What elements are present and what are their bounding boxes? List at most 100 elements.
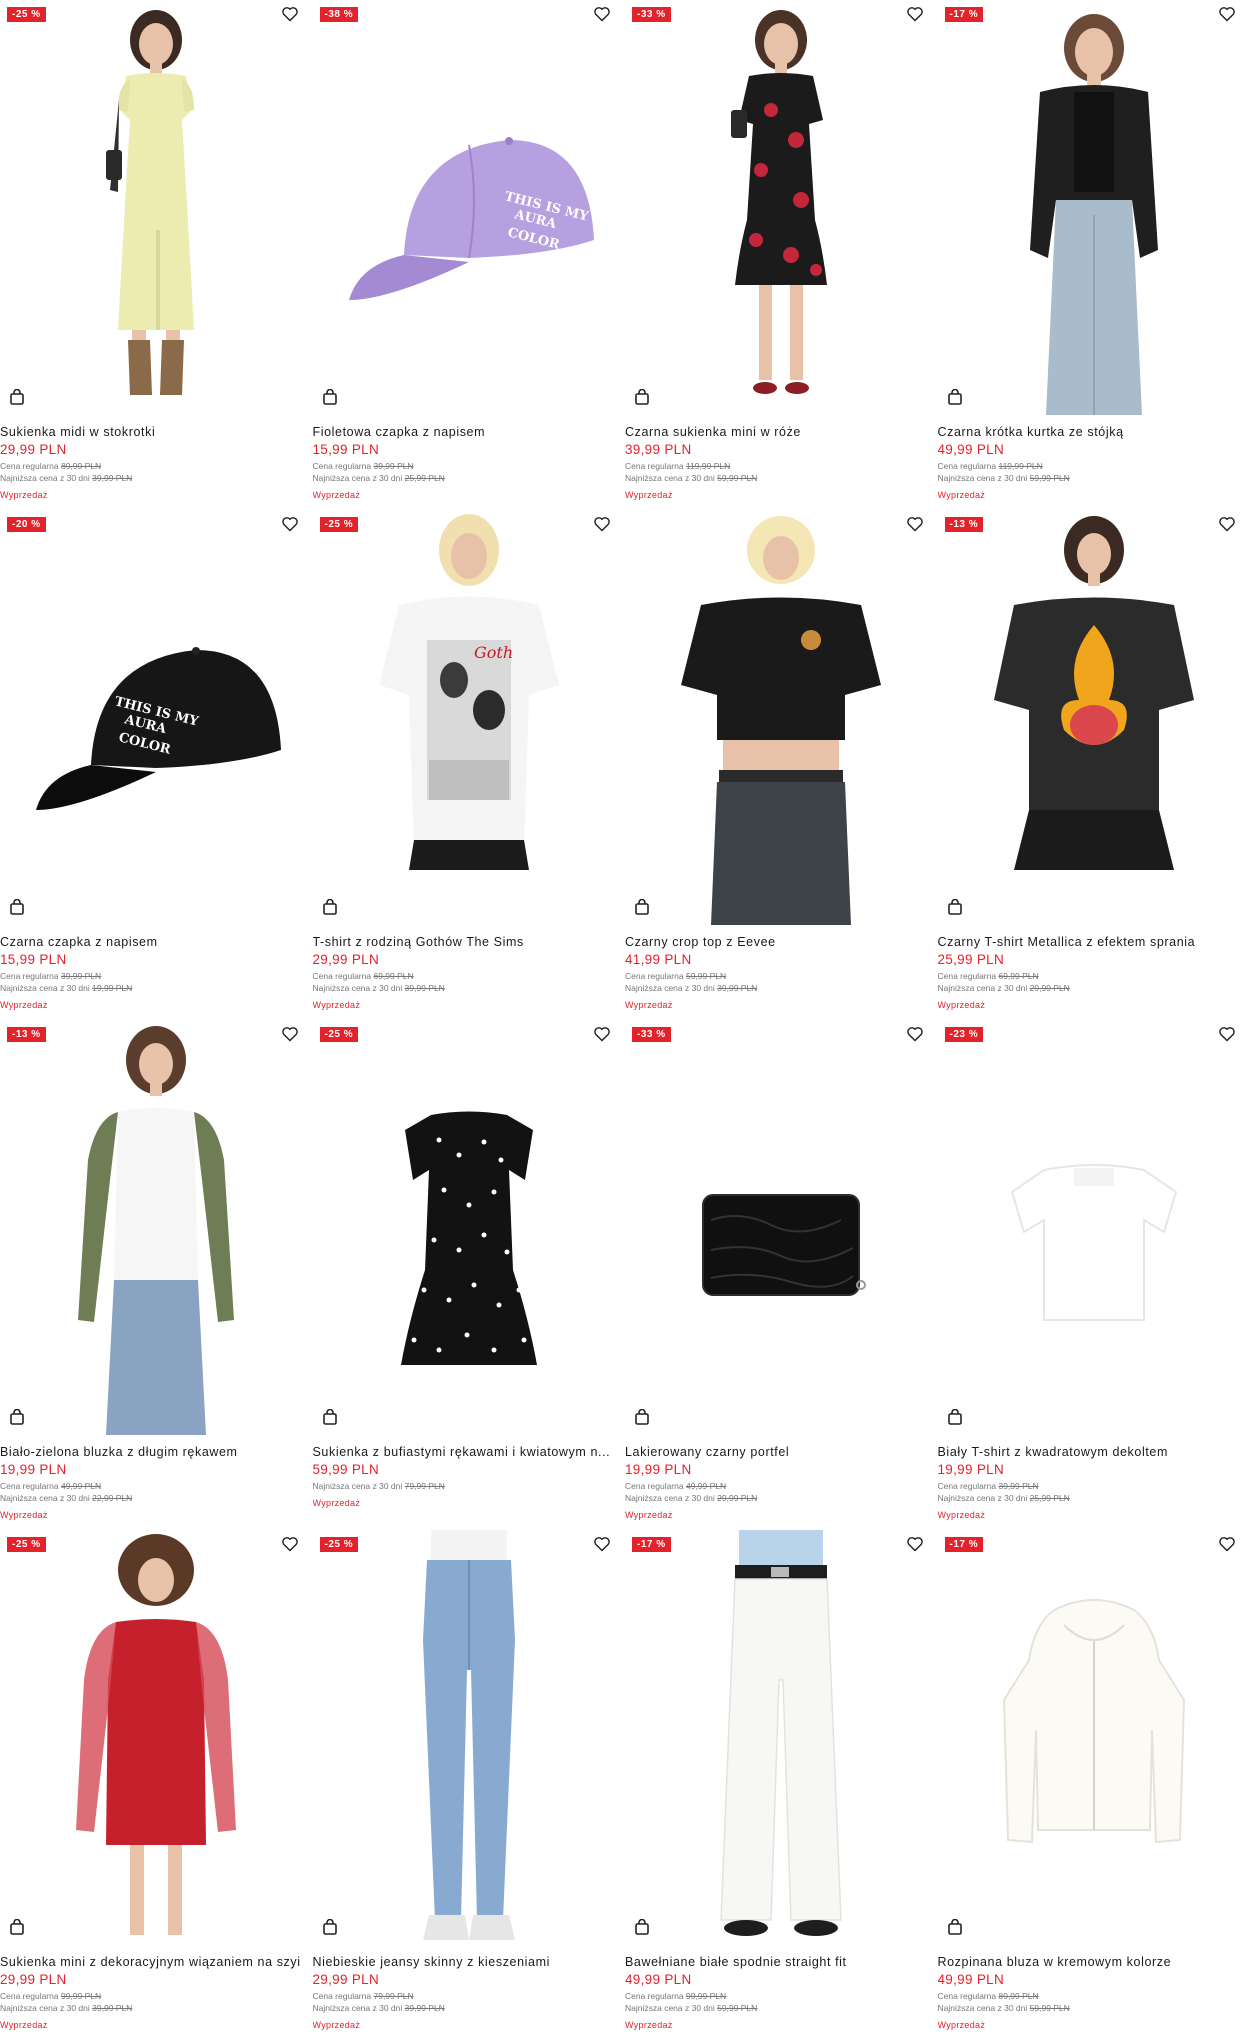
wishlist-heart-icon[interactable] bbox=[906, 1536, 924, 1552]
wishlist-heart-icon[interactable] bbox=[1218, 516, 1236, 532]
product-name[interactable]: T-shirt z rodziną Gothów The Sims bbox=[313, 935, 623, 950]
regular-price-value: 39,99 PLN bbox=[373, 461, 414, 471]
wishlist-heart-icon[interactable] bbox=[593, 6, 611, 22]
product-image[interactable] bbox=[937, 0, 1250, 415]
product-card[interactable]: -23 % Biały T-shirt z kwadratowym dekolte… bbox=[937, 1020, 1250, 1530]
white-square-neck-tshirt-image bbox=[1010, 1164, 1177, 1321]
regular-price-value: 49,99 PLN bbox=[685, 1481, 727, 1491]
product-card[interactable]: -33 % Lakierowany czarny portfel 19,99 PLN… bbox=[625, 1020, 938, 1530]
product-card[interactable]: -17 % Rozpinana bluza w kremowym kolorze 4… bbox=[937, 1530, 1250, 2039]
product-card[interactable]: -33 % Czarna sukienka mini w róże 39,99 PL… bbox=[625, 0, 938, 510]
lowest-price-label: Najniższa cena z 30 dni bbox=[625, 1493, 715, 1503]
regular-price: Cena regularna 69,99 PLN bbox=[938, 970, 1250, 982]
product-image[interactable] bbox=[0, 1020, 313, 1435]
product-card[interactable]: -25 % Sukienka z bufiastymi rękawami i kw… bbox=[312, 1020, 626, 1530]
product-name[interactable]: Lakierowany czarny portfel bbox=[625, 1445, 935, 1460]
add-to-bag-icon[interactable] bbox=[947, 1409, 963, 1425]
product-card[interactable]: -13 % Czarny T-shirt Metallica z efektem … bbox=[937, 510, 1250, 1020]
wishlist-heart-icon[interactable] bbox=[1218, 1026, 1236, 1042]
product-price: 49,99 PLN bbox=[937, 1972, 1004, 1987]
lowest-price-value: 59,99 PLN bbox=[717, 473, 758, 483]
add-to-bag-icon[interactable] bbox=[947, 389, 963, 405]
product-card[interactable]: THIS IS MY AURA COLOR -20 % Czarna czapka … bbox=[0, 510, 313, 1020]
wishlist-heart-icon[interactable] bbox=[281, 516, 299, 532]
product-name[interactable]: Bawełniane białe spodnie straight fit bbox=[625, 1955, 935, 1970]
wishlist-heart-icon[interactable] bbox=[281, 6, 299, 22]
product-image[interactable] bbox=[625, 1530, 938, 1945]
product-name[interactable]: Czarna czapka z napisem bbox=[0, 935, 310, 950]
product-card[interactable]: -13 % Biało-zielona bluzka z długim rękaw… bbox=[0, 1020, 313, 1530]
wishlist-heart-icon[interactable] bbox=[281, 1536, 299, 1552]
product-name[interactable]: Czarna krótka kurtka ze stójką bbox=[938, 425, 1248, 440]
wishlist-heart-icon[interactable] bbox=[906, 1026, 924, 1042]
black-rose-mini-dress-image bbox=[731, 10, 828, 394]
add-to-bag-icon[interactable] bbox=[322, 1919, 338, 1935]
product-card[interactable]: THIS IS MY AURA COLOR -38 % Fioletowa czap… bbox=[312, 0, 625, 510]
regular-price-value: 119,99 PLN bbox=[685, 461, 731, 471]
add-to-bag-icon[interactable] bbox=[947, 1919, 963, 1935]
add-to-bag-icon[interactable] bbox=[9, 1409, 25, 1425]
wishlist-heart-icon[interactable] bbox=[1218, 1536, 1236, 1552]
product-card[interactable]: Czarny crop top z Eevee 41,99 PLN Cena reg… bbox=[625, 510, 938, 1020]
product-card[interactable]: -17 % Czarna krótka kurtka ze stójką 49,99… bbox=[937, 0, 1250, 510]
wishlist-heart-icon[interactable] bbox=[1218, 6, 1236, 22]
product-name[interactable]: Rozpinana bluza w kremowym kolorze bbox=[938, 1955, 1248, 1970]
product-card[interactable]: -25 % Sukienka mini z dekoracyjnym wiązan… bbox=[0, 1530, 313, 2039]
product-card[interactable]: -25 % Sukienka midi w stokrotki 29,99 PLN C… bbox=[0, 0, 313, 510]
product-image[interactable] bbox=[625, 1020, 938, 1435]
add-to-bag-icon[interactable] bbox=[634, 899, 650, 915]
product-name[interactable]: Niebieskie jeansy skinny z kieszeniami bbox=[313, 1955, 623, 1970]
product-info: Sukienka z bufiastymi rękawami i kwiatow… bbox=[313, 1435, 626, 1509]
lowest-price-label: Najniższa cena z 30 dni bbox=[312, 2003, 403, 2013]
product-image[interactable] bbox=[937, 1530, 1250, 1945]
product-name[interactable]: Fioletowa czapka z napisem bbox=[313, 425, 623, 440]
product-name[interactable]: Czarna sukienka mini w róże bbox=[625, 425, 935, 440]
lowest-price-label: Najniższa cena z 30 dni bbox=[937, 1493, 1028, 1503]
sale-tag: Wyprzedaż bbox=[937, 1510, 986, 1520]
product-card[interactable]: -25 % Niebieskie jeansy skinny z kieszeni… bbox=[312, 1530, 625, 2039]
product-name[interactable]: Czarny crop top z Eevee bbox=[625, 935, 935, 950]
product-name[interactable]: Sukienka midi w stokrotki bbox=[0, 425, 310, 440]
product-image[interactable] bbox=[312, 1530, 625, 1945]
add-to-bag-icon[interactable] bbox=[322, 899, 338, 915]
add-to-bag-icon[interactable] bbox=[947, 899, 963, 915]
add-to-bag-icon[interactable] bbox=[634, 1409, 650, 1425]
product-image[interactable] bbox=[625, 0, 938, 415]
product-info: Sukienka mini z dekoracyjnym wiązaniem n… bbox=[0, 1945, 313, 2031]
add-to-bag-icon[interactable] bbox=[322, 1409, 338, 1425]
wishlist-heart-icon[interactable] bbox=[906, 516, 924, 532]
product-image[interactable] bbox=[0, 1530, 313, 1945]
add-to-bag-icon[interactable] bbox=[9, 389, 25, 405]
add-to-bag-icon[interactable] bbox=[322, 389, 338, 405]
lowest-price-value: 25,99 PLN bbox=[1029, 1493, 1070, 1503]
regular-price: Cena regularna 119,99 PLN bbox=[938, 460, 1250, 472]
lowest-30-day-price: Najniższa cena z 30 dni 25,99 PLN bbox=[938, 1492, 1250, 1504]
sale-tag: Wyprzedaż bbox=[0, 2020, 48, 2030]
product-name[interactable]: Czarny T-shirt Metallica z efektem spran… bbox=[938, 935, 1248, 950]
wishlist-heart-icon[interactable] bbox=[906, 6, 924, 22]
product-image[interactable] bbox=[937, 1020, 1250, 1435]
wishlist-heart-icon[interactable] bbox=[281, 1026, 299, 1042]
product-image[interactable]: THIS IS MY AURA COLOR bbox=[312, 0, 625, 415]
add-to-bag-icon[interactable] bbox=[9, 1919, 25, 1935]
wishlist-heart-icon[interactable] bbox=[593, 1536, 611, 1552]
product-image[interactable] bbox=[312, 1020, 625, 1435]
add-to-bag-icon[interactable] bbox=[634, 389, 650, 405]
product-name[interactable]: Sukienka z bufiastymi rękawami i kwiatow… bbox=[313, 1445, 623, 1460]
product-name[interactable]: Sukienka mini z dekoracyjnym wiązaniem n… bbox=[0, 1955, 310, 1970]
wishlist-heart-icon[interactable] bbox=[593, 1026, 611, 1042]
add-to-bag-icon[interactable] bbox=[634, 1919, 650, 1935]
product-image[interactable] bbox=[625, 510, 938, 925]
product-card[interactable]: Goth -25 % T-shirt z rodziną Gothów The S… bbox=[312, 510, 625, 1020]
add-to-bag-icon[interactable] bbox=[9, 899, 25, 915]
product-card[interactable]: -17 % Bawełniane białe spodnie straight f… bbox=[625, 1530, 938, 2039]
product-image[interactable] bbox=[937, 510, 1250, 925]
lowest-30-day-price: Najniższa cena z 30 dni 39,99 PLN bbox=[0, 2002, 313, 2014]
wishlist-heart-icon[interactable] bbox=[593, 516, 611, 532]
product-name[interactable]: Biały T-shirt z kwadratowym dekoltem bbox=[938, 1445, 1248, 1460]
regular-price-value: 49,99 PLN bbox=[60, 1481, 102, 1491]
product-name[interactable]: Biało-zielona bluzka z długim rękawem bbox=[0, 1445, 310, 1460]
product-image[interactable] bbox=[0, 0, 313, 415]
product-image[interactable]: Goth bbox=[312, 510, 625, 925]
product-image[interactable]: THIS IS MY AURA COLOR bbox=[0, 510, 313, 925]
